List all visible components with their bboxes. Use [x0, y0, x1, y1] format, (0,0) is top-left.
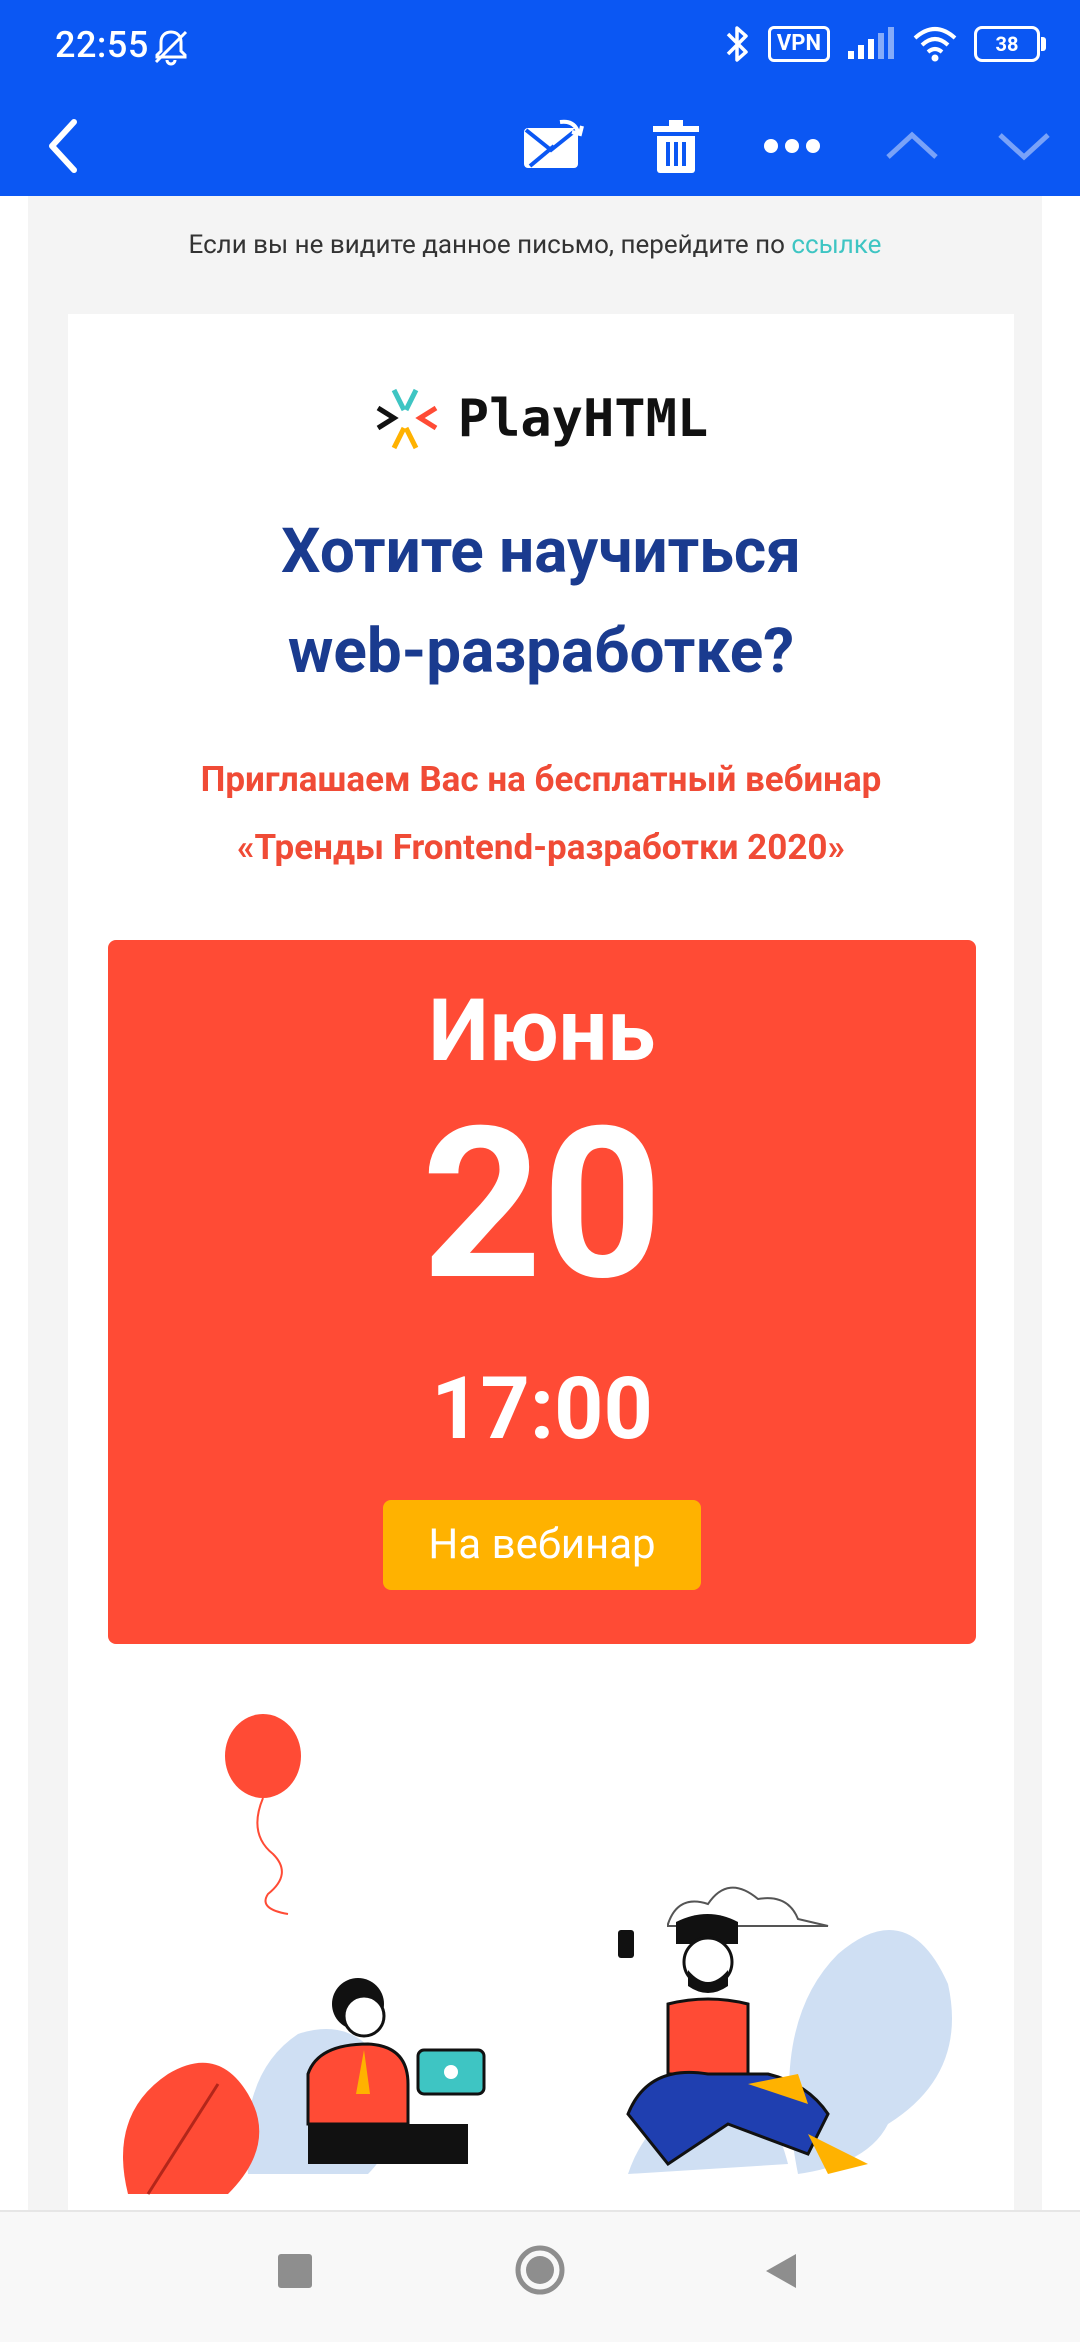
system-navigation-bar: [0, 2210, 1080, 2342]
previous-icon[interactable]: [882, 96, 942, 196]
email-body: Если вы не видите данное письмо, перейди…: [0, 196, 1080, 2210]
muted-notification-icon: [150, 26, 192, 68]
delete-icon[interactable]: [646, 96, 706, 196]
status-bar: 22:55 VPN 38: [0, 0, 1080, 96]
home-icon[interactable]: [514, 2244, 566, 2296]
event-date-block: Июнь 20 17:00 На вебинар: [108, 940, 976, 1644]
status-time: 22:55: [55, 24, 149, 66]
recents-icon[interactable]: [278, 2254, 312, 2288]
mark-unread-icon[interactable]: [518, 96, 588, 196]
invitation-line-2: «Тренды Frontend-разработки 2020»: [237, 827, 845, 868]
email-toolbar: [0, 96, 1080, 196]
playhtml-logo-icon: [376, 388, 438, 450]
webinar-illustration: [123, 1714, 952, 2195]
event-time: 17:00: [431, 1358, 653, 1459]
bluetooth-icon: [726, 26, 748, 62]
preheader: Если вы не видите данное письмо, перейди…: [28, 230, 1042, 260]
next-icon[interactable]: [994, 96, 1054, 196]
preheader-link[interactable]: ссылке: [791, 230, 881, 260]
logo-text: PlayHTML: [457, 389, 709, 449]
webinar-button[interactable]: На вебинар: [383, 1500, 701, 1590]
signal-icon: [848, 27, 894, 59]
back-nav-icon[interactable]: [760, 2250, 800, 2292]
headline-line-1: Хотите научиться: [281, 515, 801, 588]
preheader-text: Если вы не видите данное письмо, перейди…: [188, 230, 792, 260]
invitation-text: Приглашаем Вас на бесплатный вебинар «Тр…: [68, 746, 1014, 882]
headline: Хотите научиться web-разработке?: [68, 502, 1014, 702]
battery-icon: 38: [974, 26, 1046, 62]
event-day: 20: [421, 1082, 663, 1328]
wifi-icon: [913, 27, 957, 62]
invitation-line-1: Приглашаем Вас на бесплатный вебинар: [200, 759, 882, 800]
event-month: Июнь: [428, 980, 656, 1081]
logo: PlayHTML: [68, 388, 1014, 450]
headline-line-2: web-разработке?: [287, 615, 795, 688]
status-icons: VPN 38: [724, 22, 1046, 66]
more-icon[interactable]: [762, 96, 822, 196]
email-card: PlayHTML Хотите научиться web-разработке…: [68, 314, 1014, 2210]
vpn-badge: VPN: [767, 26, 830, 62]
back-icon[interactable]: [34, 96, 94, 196]
